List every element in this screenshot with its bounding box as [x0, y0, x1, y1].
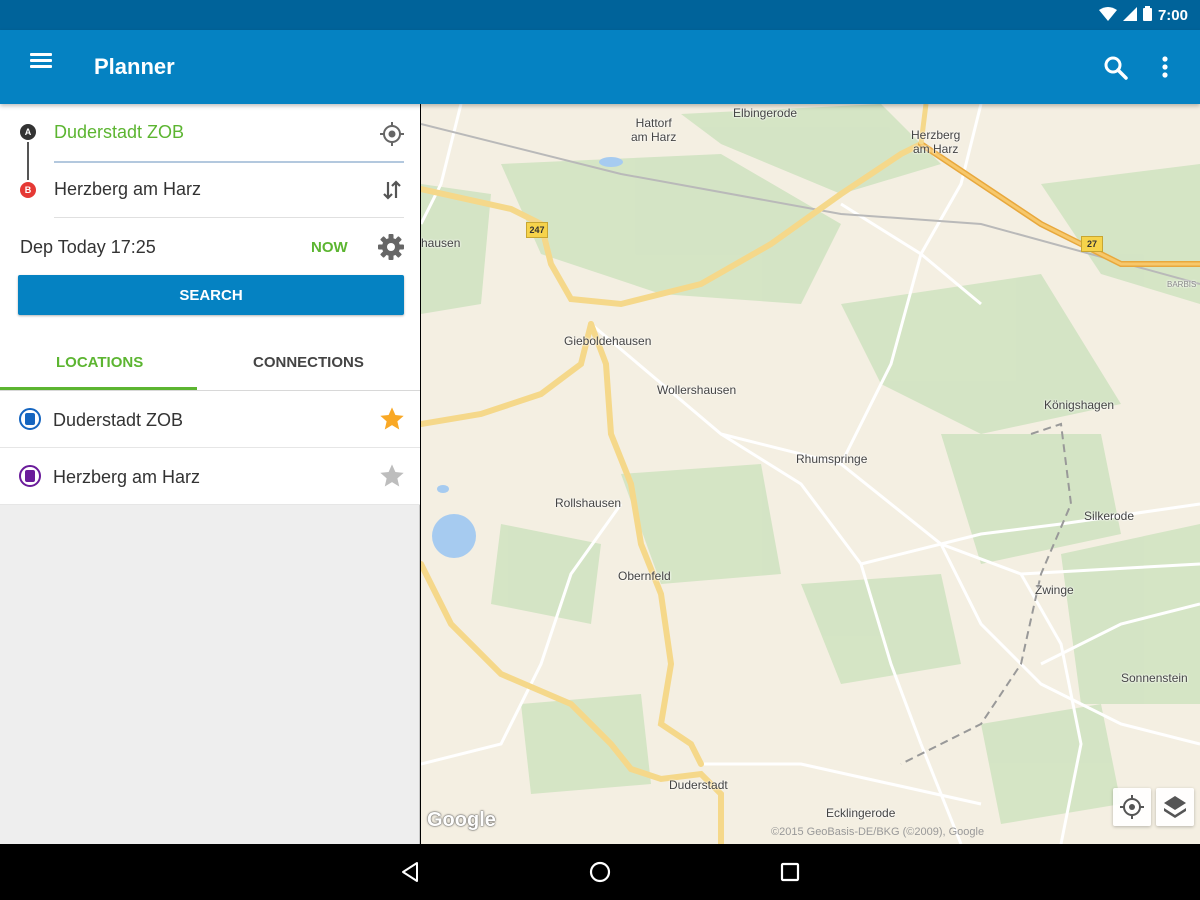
- back-button[interactable]: [397, 858, 425, 886]
- status-icons: 7:00: [1098, 6, 1188, 25]
- more-vert-icon: [1162, 56, 1168, 78]
- app-toolbar: Planner: [0, 30, 1200, 104]
- origin-marker-icon: A: [20, 124, 36, 140]
- map-label-silkerode: Silkerode: [1084, 509, 1135, 523]
- recents-square-icon: [780, 862, 800, 882]
- origin-field[interactable]: Duderstadt ZOB: [54, 122, 374, 143]
- status-bar: 7:00: [0, 0, 1200, 30]
- home-button[interactable]: [586, 858, 614, 886]
- star-filled-icon: [380, 407, 404, 430]
- system-navigation-bar: [0, 844, 1200, 900]
- battery-icon: [1142, 6, 1152, 25]
- location-label: Herzberg am Harz: [53, 467, 201, 487]
- now-button[interactable]: NOW: [311, 239, 348, 256]
- locations-list: Duderstadt ZOB Herzberg am Harz: [0, 391, 420, 505]
- my-location-icon: [380, 122, 404, 146]
- origin-field-underline: [54, 161, 404, 163]
- destination-marker-icon: B: [20, 182, 36, 198]
- map-label-wollershausen: Wollershausen: [657, 383, 737, 397]
- search-button[interactable]: [1100, 52, 1132, 84]
- current-location-button[interactable]: [378, 120, 406, 148]
- map-label-koenigshagen: Königshagen: [1044, 398, 1115, 412]
- train-station-icon: [19, 465, 41, 487]
- google-logo: Google: [427, 809, 496, 831]
- map-label-ecklingerode: Ecklingerode: [826, 806, 896, 820]
- map-label-hattorf: Hattorf am Harz: [631, 116, 677, 144]
- map-label-elbingerode: Elbingerode: [733, 106, 798, 120]
- map-view[interactable]: Hattorf am Harz Elbingerode Herzberg am …: [421, 104, 1200, 844]
- departure-time[interactable]: Dep Today 17:25: [20, 237, 156, 258]
- app-window: 7:00 Planner A B Duderstadt ZOB Herzberg…: [0, 0, 1200, 900]
- overflow-menu-button[interactable]: [1150, 52, 1180, 84]
- tab-locations[interactable]: LOCATIONS: [56, 354, 143, 371]
- gear-icon: [378, 234, 404, 260]
- destination-field-underline: [54, 217, 404, 218]
- list-item[interactable]: Herzberg am Harz: [0, 448, 420, 505]
- map-label-sonnenstein: Sonnenstein: [1121, 671, 1188, 685]
- swap-locations-button[interactable]: [378, 176, 406, 204]
- map-tiles: [421, 104, 1200, 844]
- home-circle-icon: [589, 861, 611, 883]
- favorite-toggle[interactable]: [378, 462, 406, 490]
- back-triangle-icon: [402, 862, 418, 882]
- status-time: 7:00: [1157, 7, 1188, 24]
- page-title: Planner: [94, 54, 175, 79]
- route-connector-line: [27, 142, 29, 180]
- map-label-hausen: hausen: [421, 236, 461, 250]
- map-layers-button[interactable]: [1156, 788, 1194, 826]
- destination-field[interactable]: Herzberg am Harz: [54, 179, 374, 200]
- map-label-rollshausen: Rollshausen: [555, 496, 622, 510]
- signal-icon: [1122, 6, 1137, 25]
- map-label-obernfeld: Obernfeld: [618, 569, 671, 583]
- wifi-icon: [1098, 6, 1117, 25]
- search-icon: [1104, 56, 1128, 80]
- swap-vert-icon: [383, 180, 401, 200]
- star-outline-icon: [380, 464, 404, 487]
- search-submit-button[interactable]: SEARCH: [18, 275, 404, 315]
- location-label: Duderstadt ZOB: [53, 410, 184, 430]
- bus-stop-icon: [19, 408, 41, 430]
- road-shield-27: 27: [1081, 236, 1103, 252]
- my-location-icon: [1120, 795, 1144, 819]
- map-label-herzberg: Herzberg am Harz: [911, 128, 961, 156]
- map-label-rhumspringe: Rhumspringe: [796, 452, 868, 466]
- map-my-location-button[interactable]: [1113, 788, 1151, 826]
- map-label-gieboldehausen: Gieboldehausen: [564, 334, 652, 348]
- tab-connections[interactable]: CONNECTIONS: [253, 354, 364, 371]
- list-item[interactable]: Duderstadt ZOB: [0, 391, 420, 448]
- layers-icon: [1164, 796, 1186, 818]
- map-attribution: ©2015 GeoBasis-DE/BKG (©2009), Google: [771, 826, 985, 838]
- favorite-toggle[interactable]: [378, 405, 406, 433]
- road-shield-247: 247: [526, 222, 548, 238]
- planner-panel: A B Duderstadt ZOB Herzberg am Harz Dep …: [0, 104, 420, 844]
- trip-form: A B Duderstadt ZOB Herzberg am Harz Dep …: [0, 104, 420, 391]
- trip-settings-button[interactable]: [376, 232, 406, 262]
- map-label-zwinge: Zwinge: [1035, 583, 1074, 597]
- menu-button[interactable]: [24, 50, 60, 86]
- recents-button[interactable]: [776, 858, 804, 886]
- map-label-barbis: BARBIS: [1167, 280, 1197, 289]
- map-label-duderstadt: Duderstadt: [669, 778, 728, 792]
- hamburger-menu-icon: [30, 53, 52, 56]
